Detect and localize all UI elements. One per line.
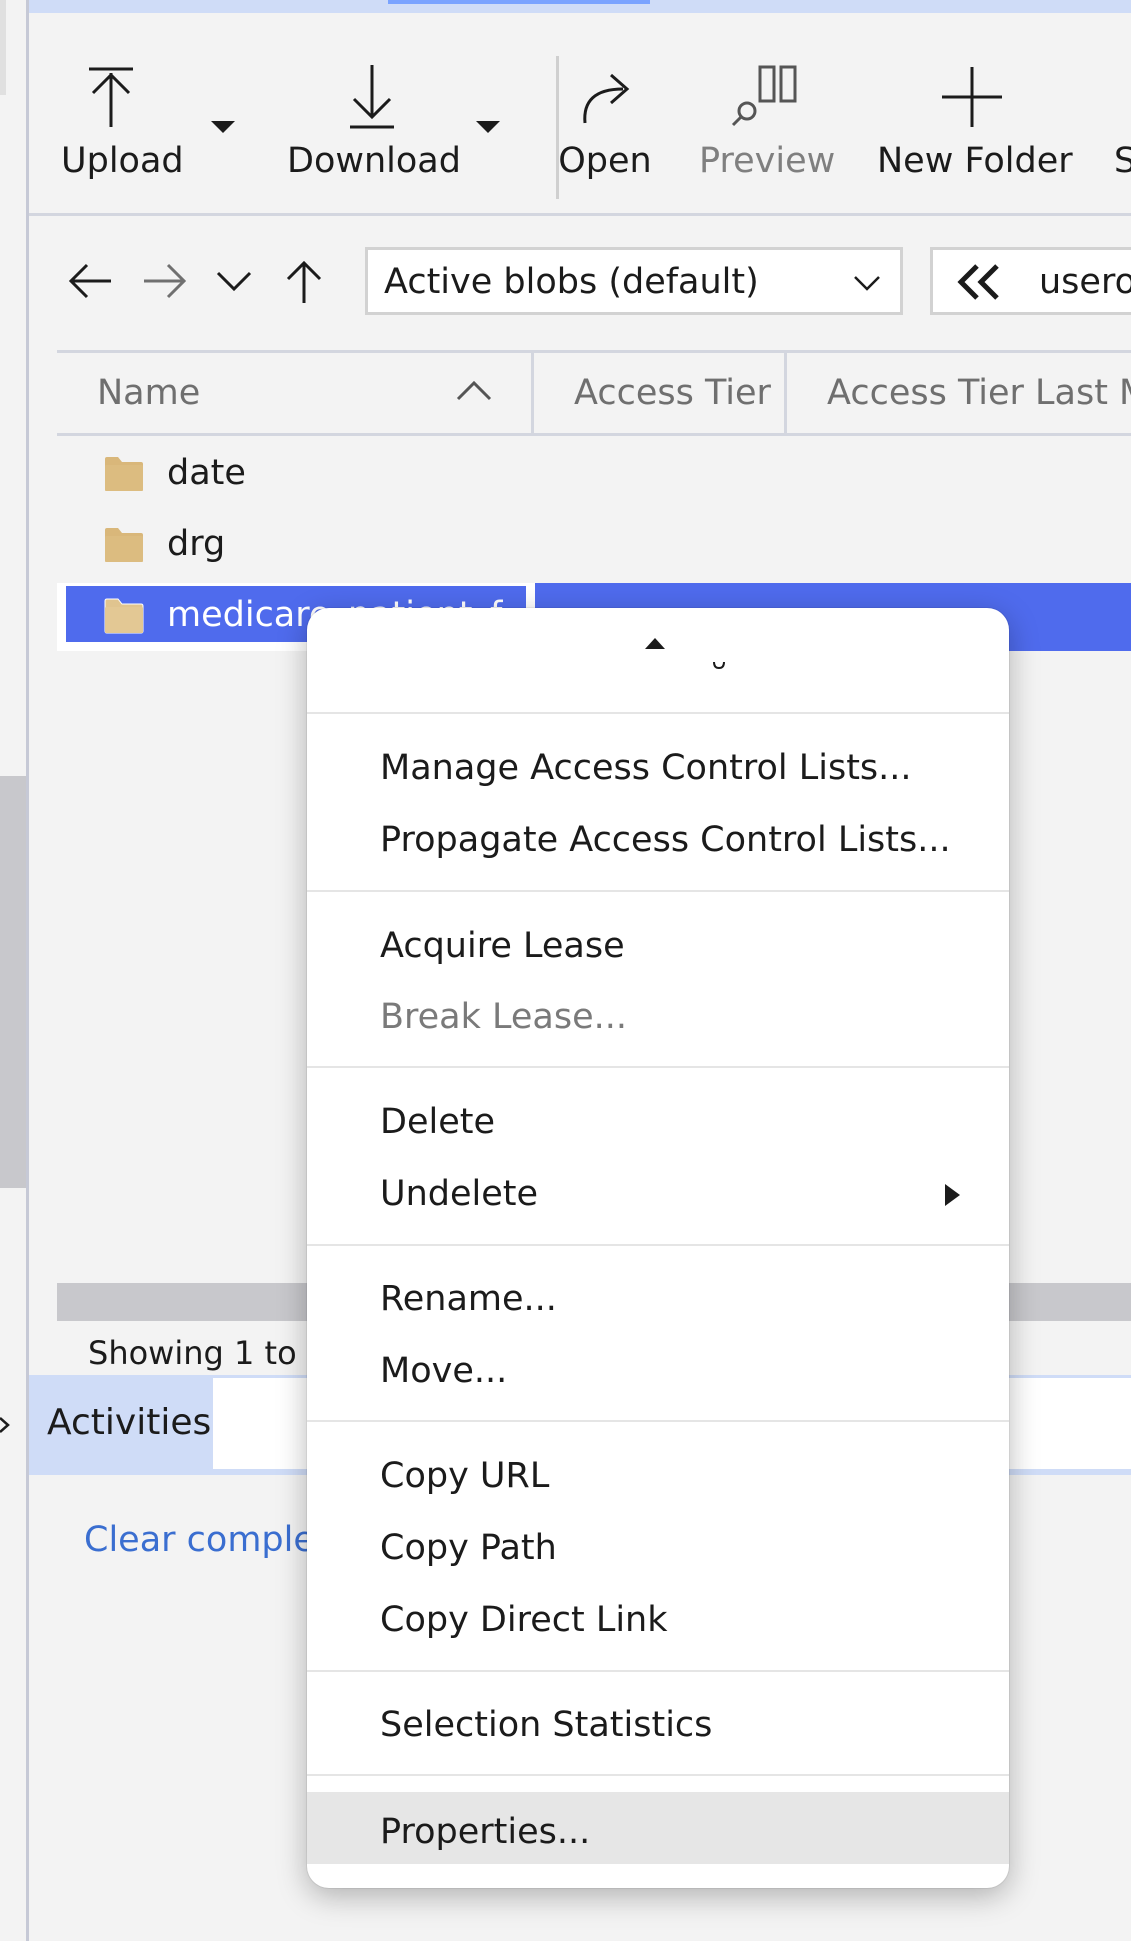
open-label: Open — [558, 141, 652, 181]
menu-item-label: Copy URL — [380, 1456, 550, 1496]
menu-separator — [307, 1420, 1009, 1422]
toolbar-divider — [29, 213, 1131, 216]
preview-label: Preview — [699, 141, 836, 181]
column-divider[interactable] — [531, 353, 534, 433]
download-button[interactable]: Download — [287, 53, 461, 203]
tab-activities-label: Activities — [47, 1402, 212, 1443]
folder-icon — [105, 457, 143, 491]
menu-item-propagate-acl[interactable]: Propagate Access Control Lists... — [307, 806, 1009, 878]
menu-item-label: Acquire Lease — [380, 926, 625, 966]
column-header-name[interactable]: Name — [97, 353, 397, 433]
new-folder-icon — [942, 67, 1002, 127]
toolbar-more-button[interactable]: S — [1114, 53, 1131, 203]
menu-item-break-lease: Break Lease... — [307, 983, 1009, 1055]
menu-item-rename[interactable]: Rename... — [307, 1265, 1009, 1337]
active-tab-indicator — [388, 0, 650, 4]
upload-button[interactable]: Upload — [61, 53, 184, 203]
menu-separator — [307, 890, 1009, 892]
open-button[interactable]: Open — [555, 53, 655, 203]
row-name: date — [167, 453, 246, 493]
menu-item-copy-url[interactable]: Copy URL — [307, 1442, 1009, 1514]
history-chevron-icon[interactable] — [208, 255, 260, 307]
column-header-access-tier-last-modified[interactable]: Access Tier Last Mo — [827, 353, 1131, 433]
toolbar-more-label: S — [1114, 141, 1131, 181]
menu-item-delete[interactable]: Delete — [307, 1088, 1009, 1160]
upload-dropdown-caret[interactable] — [211, 121, 235, 133]
menu-item-label: Manage Access Control Lists... — [380, 748, 912, 788]
submenu-arrow-icon — [945, 1184, 960, 1206]
folder-icon — [105, 528, 143, 562]
download-icon — [350, 65, 394, 129]
menu-item-acquire-lease[interactable]: Acquire Lease — [307, 912, 1009, 984]
new-folder-button[interactable]: New Folder — [877, 53, 1073, 203]
menu-item-label: Copy Path — [380, 1528, 557, 1568]
column-divider[interactable] — [784, 353, 787, 433]
up-arrow-icon[interactable] — [278, 255, 330, 307]
menu-item-label: Properties... — [380, 1812, 591, 1852]
row-name: drg — [167, 524, 226, 564]
menu-item-label: Rename... — [380, 1279, 557, 1319]
menu-item-undelete[interactable]: Undelete — [307, 1160, 1009, 1232]
menu-item-label: Selection Statistics — [380, 1705, 713, 1745]
left-panel-edge — [0, 0, 6, 95]
forward-arrow-icon[interactable] — [138, 255, 190, 307]
new-folder-label: New Folder — [877, 141, 1073, 181]
menu-item-label: Move... — [380, 1351, 508, 1391]
preview-button[interactable]: Preview — [699, 53, 836, 203]
table-row[interactable]: date — [57, 441, 1131, 509]
path-segment[interactable]: useron — [1039, 262, 1131, 302]
table-row[interactable]: drg — [57, 512, 1131, 580]
menu-item-label: Delete — [380, 1102, 495, 1142]
menu-item-label: Undelete — [380, 1174, 539, 1214]
toolbar: Upload Download Open Preview New Folder … — [29, 13, 1131, 213]
menu-item-copy-path[interactable]: Copy Path — [307, 1514, 1009, 1586]
menu-separator — [307, 712, 1009, 714]
sort-ascending-icon — [456, 380, 492, 401]
menu-separator — [307, 1244, 1009, 1246]
tab-activities[interactable]: Activities — [29, 1378, 213, 1472]
upload-label: Upload — [61, 141, 184, 181]
chevron-left-icon[interactable] — [0, 1412, 14, 1438]
menu-item-manage-acl[interactable]: Manage Access Control Lists... — [307, 734, 1009, 806]
menu-item-label: Break Lease... — [380, 997, 628, 1037]
chevron-down-icon — [854, 276, 880, 291]
partially-hidden-menu-item — [713, 662, 725, 670]
table-header: Name Access Tier Access Tier Last Mo — [57, 350, 1131, 436]
preview-icon — [731, 65, 797, 127]
menu-separator — [307, 1066, 1009, 1068]
column-header-access-tier[interactable]: Access Tier — [574, 353, 774, 433]
clear-completed-link[interactable]: Clear complet — [84, 1520, 329, 1560]
blob-filter-value: Active blobs (default) — [384, 262, 759, 302]
menu-separator — [307, 1670, 1009, 1672]
menu-item-copy-direct-link[interactable]: Copy Direct Link — [307, 1586, 1009, 1658]
folder-icon — [104, 598, 144, 634]
upload-icon — [89, 67, 133, 127]
menu-item-selection-statistics[interactable]: Selection Statistics — [307, 1691, 1009, 1763]
menu-item-properties[interactable]: Properties... — [307, 1792, 1009, 1864]
path-breadcrumb[interactable]: useron — [930, 247, 1131, 315]
back-arrow-icon[interactable] — [65, 255, 117, 307]
blob-filter-dropdown[interactable]: Active blobs (default) — [365, 247, 903, 315]
left-panel-scrollbar[interactable] — [0, 776, 26, 1188]
menu-item-label: Copy Direct Link — [380, 1600, 668, 1640]
download-dropdown-caret[interactable] — [476, 121, 500, 133]
menu-separator — [307, 1774, 1009, 1776]
download-label: Download — [287, 141, 461, 181]
context-menu: Manage Access Control Lists... Propagate… — [307, 608, 1009, 1888]
menu-item-move[interactable]: Move... — [307, 1337, 1009, 1409]
panel-splitter[interactable] — [26, 0, 29, 1941]
menu-item-label: Propagate Access Control Lists... — [380, 820, 951, 860]
item-count-status: Showing 1 to 3 — [88, 1334, 328, 1372]
open-icon — [583, 73, 630, 124]
double-chevron-left-icon[interactable] — [955, 262, 1003, 302]
menu-scroll-up-arrow[interactable] — [645, 638, 665, 649]
